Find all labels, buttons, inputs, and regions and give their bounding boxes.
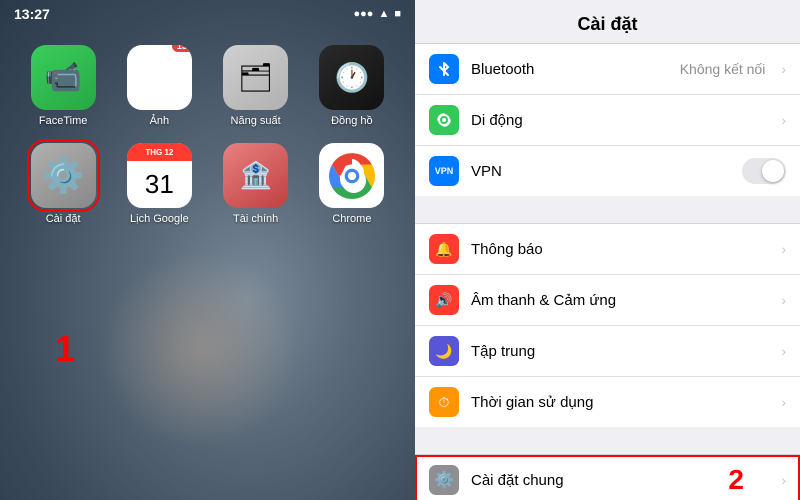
battery-icon: ■	[394, 8, 401, 20]
vpn-icon: VPN	[429, 156, 459, 186]
nangsuat-label: Năng suất	[231, 115, 281, 127]
app-chrome[interactable]: Chrome	[309, 143, 395, 225]
wifi-icon: ▲	[378, 8, 389, 20]
row-bluetooth[interactable]: Bluetooth Không kết nối ›	[415, 44, 800, 95]
section-notifications: 🔔 Thông báo › 🔊 Âm thanh & Cảm ứng › 🌙 T…	[415, 224, 800, 427]
notifications-chevron: ›	[781, 241, 786, 257]
row-screentime[interactable]: ⏱ Thời gian sử dụng ›	[415, 377, 800, 427]
focus-glyph: 🌙	[435, 343, 452, 360]
settings-icon[interactable]: ⚙️	[31, 143, 96, 208]
screentime-glyph: ⏱	[439, 394, 450, 411]
row-focus[interactable]: 🌙 Tập trung ›	[415, 326, 800, 377]
screentime-chevron: ›	[781, 394, 786, 410]
facetime-icon-glyph: 📹	[44, 60, 81, 95]
mobile-label: Di động	[471, 112, 769, 129]
status-time: 13:27	[14, 6, 50, 22]
screentime-label: Thời gian sử dụng	[471, 394, 769, 411]
sound-chevron: ›	[781, 292, 786, 308]
facetime-icon[interactable]: 📹	[31, 45, 96, 110]
app-nangsuat[interactable]: 🗂 Năng suất	[213, 45, 299, 127]
calendar-header: THG 12	[127, 143, 192, 161]
general-gear-glyph: ⚙️	[434, 470, 454, 490]
row-sound[interactable]: 🔊 Âm thanh & Cảm ứng ›	[415, 275, 800, 326]
row-general[interactable]: ⚙️ Cài đặt chung › 2	[415, 455, 800, 500]
vpn-label: VPN	[471, 163, 730, 180]
app-donho[interactable]: 🕐 Đồng hồ	[309, 45, 395, 127]
settings-panel: Cài đặt Bluetooth Không kết nối ›	[415, 0, 800, 500]
app-settings[interactable]: ⚙️ Cài đặt	[20, 143, 106, 225]
app-photos[interactable]: 153 Ảnh	[116, 45, 202, 127]
settings-label: Cài đặt	[46, 213, 81, 225]
sound-glyph: 🔊	[435, 292, 452, 309]
app-calendar[interactable]: THG 12 31 Lịch Google	[116, 143, 202, 225]
status-icons: ●●● ▲ ■	[354, 8, 401, 20]
photos-icon[interactable]: 153	[127, 45, 192, 110]
bluetooth-label: Bluetooth	[471, 61, 668, 78]
focus-chevron: ›	[781, 343, 786, 359]
donho-label: Đồng hồ	[331, 115, 373, 127]
donho-icon[interactable]: 🕐	[319, 45, 384, 110]
general-chevron: ›	[781, 472, 786, 488]
status-bar: 13:27 ●●● ▲ ■	[0, 0, 415, 28]
sound-label: Âm thanh & Cảm ứng	[471, 292, 769, 309]
bluetooth-value: Không kết nối	[680, 61, 766, 77]
bluetooth-chevron: ›	[781, 61, 786, 77]
row-mobile[interactable]: Di động ›	[415, 95, 800, 146]
vpn-toggle[interactable]	[742, 158, 786, 184]
row-notifications[interactable]: 🔔 Thông báo ›	[415, 224, 800, 275]
bluetooth-icon	[429, 54, 459, 84]
general-label: Cài đặt chung	[471, 472, 769, 489]
mobile-icon	[429, 105, 459, 135]
notifications-icon: 🔔	[429, 234, 459, 264]
app-taichinh[interactable]: 🏦 Tài chính	[213, 143, 299, 225]
step-2-label: 2	[728, 464, 744, 496]
badge-photos: 153	[172, 45, 192, 52]
focus-label: Tập trung	[471, 343, 769, 360]
settings-title: Cài đặt	[415, 0, 800, 44]
section-connectivity: Bluetooth Không kết nối › Di động ›	[415, 44, 800, 196]
chrome-label: Chrome	[332, 213, 371, 225]
screentime-icon: ⏱	[429, 387, 459, 417]
app-facetime[interactable]: 📹 FaceTime	[20, 45, 106, 127]
chrome-icon[interactable]	[319, 143, 384, 208]
home-screen: 13:27 ●●● ▲ ■ 📹 FaceTime	[0, 0, 415, 500]
taichinh-label: Tài chính	[233, 213, 278, 225]
section-general: ⚙️ Cài đặt chung › 2 ⚙️ Trung tâm điều k…	[415, 455, 800, 500]
wallpaper-blur	[100, 250, 300, 450]
facetime-label: FaceTime	[39, 115, 88, 127]
sound-icon: 🔊	[429, 285, 459, 315]
taichinh-glyph: 🏦	[239, 160, 271, 191]
signal-icon: ●●●	[354, 8, 374, 20]
mobile-chevron: ›	[781, 112, 786, 128]
taichinh-icon[interactable]: 🏦	[223, 143, 288, 208]
general-icon: ⚙️	[429, 465, 459, 495]
app-grid: 📹 FaceTime 153 Ảnh 🗂 Năng suất	[0, 35, 415, 235]
notifications-label: Thông báo	[471, 241, 769, 258]
row-vpn[interactable]: VPN VPN	[415, 146, 800, 196]
bell-glyph: 🔔	[435, 241, 452, 258]
section-gap-1	[415, 196, 800, 224]
section-gap-2	[415, 427, 800, 455]
focus-icon: 🌙	[429, 336, 459, 366]
photos-label: Ảnh	[150, 115, 170, 127]
calendar-icon[interactable]: THG 12 31	[127, 143, 192, 208]
step-1-label: 1	[55, 328, 75, 370]
chrome-svg	[327, 151, 377, 201]
settings-list: Bluetooth Không kết nối › Di động ›	[415, 44, 800, 500]
nangsuat-icon[interactable]: 🗂	[223, 45, 288, 110]
calendar-day: 31	[127, 161, 192, 208]
calendar-label: Lịch Google	[130, 213, 189, 225]
